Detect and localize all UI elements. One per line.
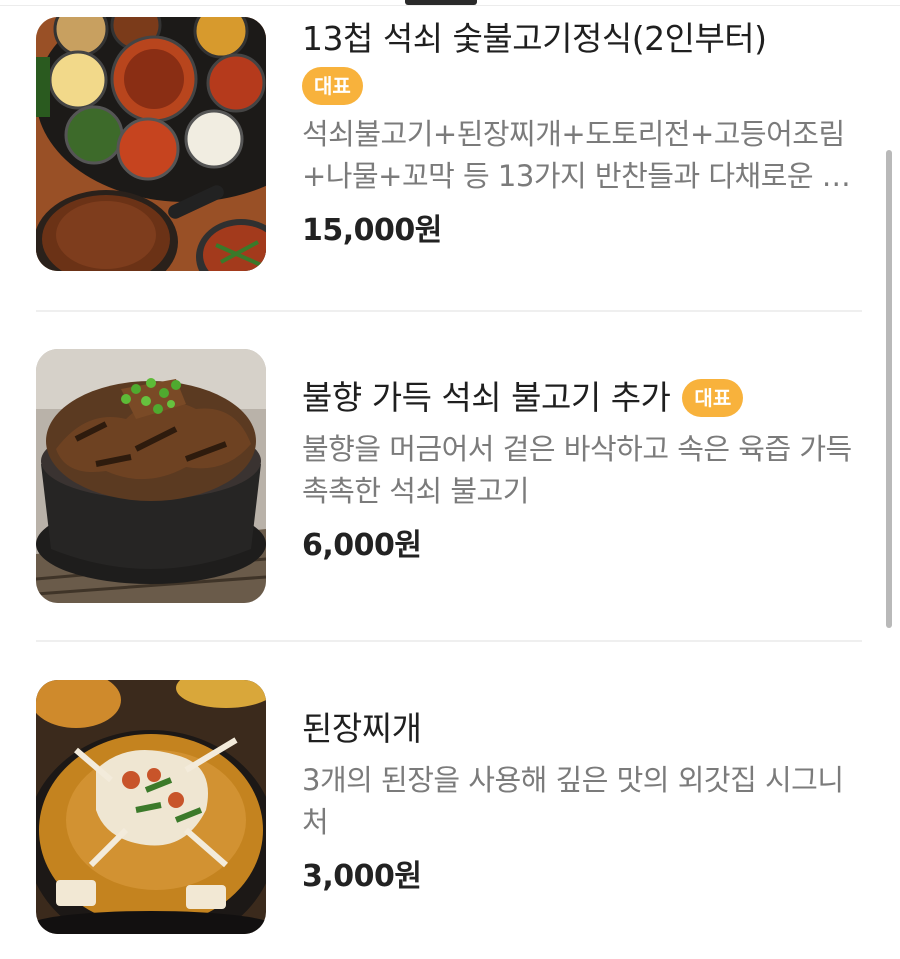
badge-row: 대표 — [302, 67, 862, 105]
menu-list: 13첩 석쇠 숯불고기정식(2인부터) 대표 석쇠불고기+된장찌개+도토리전+고… — [0, 0, 900, 959]
menu-item-price: 3,000원 — [302, 859, 422, 894]
signature-badge: 대표 — [302, 67, 363, 105]
menu-item-info: 된장찌개 3개의 된장을 사용해 깊은 맛의 외갓집 시그니처 3,000원 — [302, 707, 862, 897]
menu-item-price: 6,000원 — [302, 528, 422, 563]
menu-item-photo[interactable] — [36, 680, 266, 934]
menu-item-price: 15,000원 — [302, 213, 442, 248]
vertical-scrollbar[interactable] — [886, 150, 892, 628]
menu-item-info: 13첩 석쇠 숯불고기정식(2인부터) 대표 석쇠불고기+된장찌개+도토리전+고… — [302, 17, 862, 251]
item-divider — [36, 310, 862, 312]
menu-item-title: 불향 가득 석쇠 불고기 추가 — [302, 378, 671, 417]
menu-item-photo[interactable] — [36, 349, 266, 603]
signature-badge: 대표 — [682, 379, 744, 417]
menu-item-description: 3개의 된장을 사용해 깊은 맛의 외갓집 시그니처 — [302, 763, 844, 839]
menu-item-info: 불향 가득 석쇠 불고기 추가 대표 불향을 머금어서 겉은 바삭하고 속은 육… — [302, 376, 862, 566]
title-row: 불향 가득 석쇠 불고기 추가 대표 — [302, 376, 862, 420]
doenjang-stew-photo-illustration — [36, 680, 266, 934]
menu-item-description: 석쇠불고기+된장찌개+도토리전+고등어조림+나물+꼬막 등 13가지 반찬들과 … — [302, 117, 848, 193]
menu-item-title: 된장찌개 — [302, 709, 422, 748]
item-divider — [36, 640, 862, 642]
bulgogi-stone-pot-photo-illustration — [36, 349, 266, 603]
menu-item-description: 불향을 머금어서 겉은 바삭하고 속은 육즙 가득 촉촉한 석쇠 불고기 — [302, 432, 852, 508]
menu-item-title: 13첩 석쇠 숯불고기정식(2인부터) — [302, 19, 767, 58]
menu-item-photo[interactable] — [36, 17, 266, 271]
bulgogi-set-photo-illustration — [36, 17, 266, 271]
